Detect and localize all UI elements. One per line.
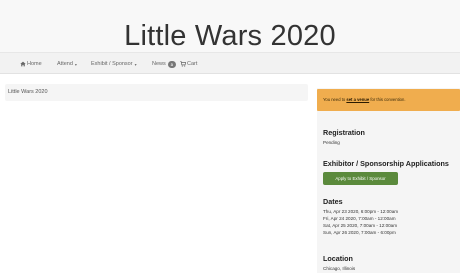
nav-exhibit[interactable]: Exhibit / Sponsor ▾ [91, 59, 137, 69]
location-value: Chicago, Illinois [323, 266, 356, 271]
site-title: Little Wars 2020 [124, 20, 336, 52]
nav-cart[interactable]: Cart [180, 59, 197, 69]
convention-sidebar: Registration Pending Exhibitor / Sponsor… [317, 88, 460, 273]
nav-cart-label: Cart [187, 61, 198, 67]
set-venue-link[interactable]: set a venue [346, 97, 369, 102]
breadcrumb: Little Wars 2020 [5, 84, 308, 101]
cart-icon [180, 61, 186, 67]
nav-attend-label: Attend [57, 61, 73, 67]
nav-news-label: News [152, 61, 166, 67]
home-icon [20, 61, 26, 67]
exhibitor-heading: Exhibitor / Sponsorship Applications [323, 159, 449, 168]
nav-attend[interactable]: Attend ▾ [57, 59, 77, 69]
main-navbar: Home Attend ▾ Exhibit / Sponsor ▾ News 3… [0, 52, 460, 74]
chevron-down-icon: ▾ [134, 61, 137, 67]
date-item: Sat, Apr 25 2020, 7:00am - 12:00am [323, 223, 398, 228]
registration-status: Pending [323, 140, 340, 145]
nav-home-label: Home [27, 61, 42, 67]
apply-exhibit-button[interactable]: Apply to Exhibit / Sponsor [323, 172, 398, 185]
nav-exhibit-label: Exhibit / Sponsor [91, 61, 133, 67]
nav-home[interactable]: Home [20, 59, 42, 69]
dates-heading: Dates [323, 197, 343, 206]
alert-prefix: You need to [323, 97, 347, 102]
location-heading: Location [323, 254, 353, 263]
breadcrumb-current: Little Wars 2020 [8, 89, 48, 95]
date-item: Sun, Apr 26 2020, 7:00am - 6:00pm [323, 230, 396, 235]
venue-alert-text: You need to set a venue for this convent… [323, 97, 406, 102]
date-item: Fri, Apr 24 2020, 7:00am - 12:00am [323, 216, 396, 221]
alert-suffix: for this convention. [369, 97, 406, 102]
date-item: Thu, Apr 23 2020, 6:00pm - 12:00am [323, 209, 399, 214]
venue-alert: You need to set a venue for this convent… [317, 89, 460, 111]
chevron-down-icon: ▾ [74, 61, 77, 67]
news-count-badge: 3 [167, 60, 176, 68]
nav-news[interactable]: News 3 [152, 59, 176, 69]
registration-heading: Registration [323, 128, 365, 137]
